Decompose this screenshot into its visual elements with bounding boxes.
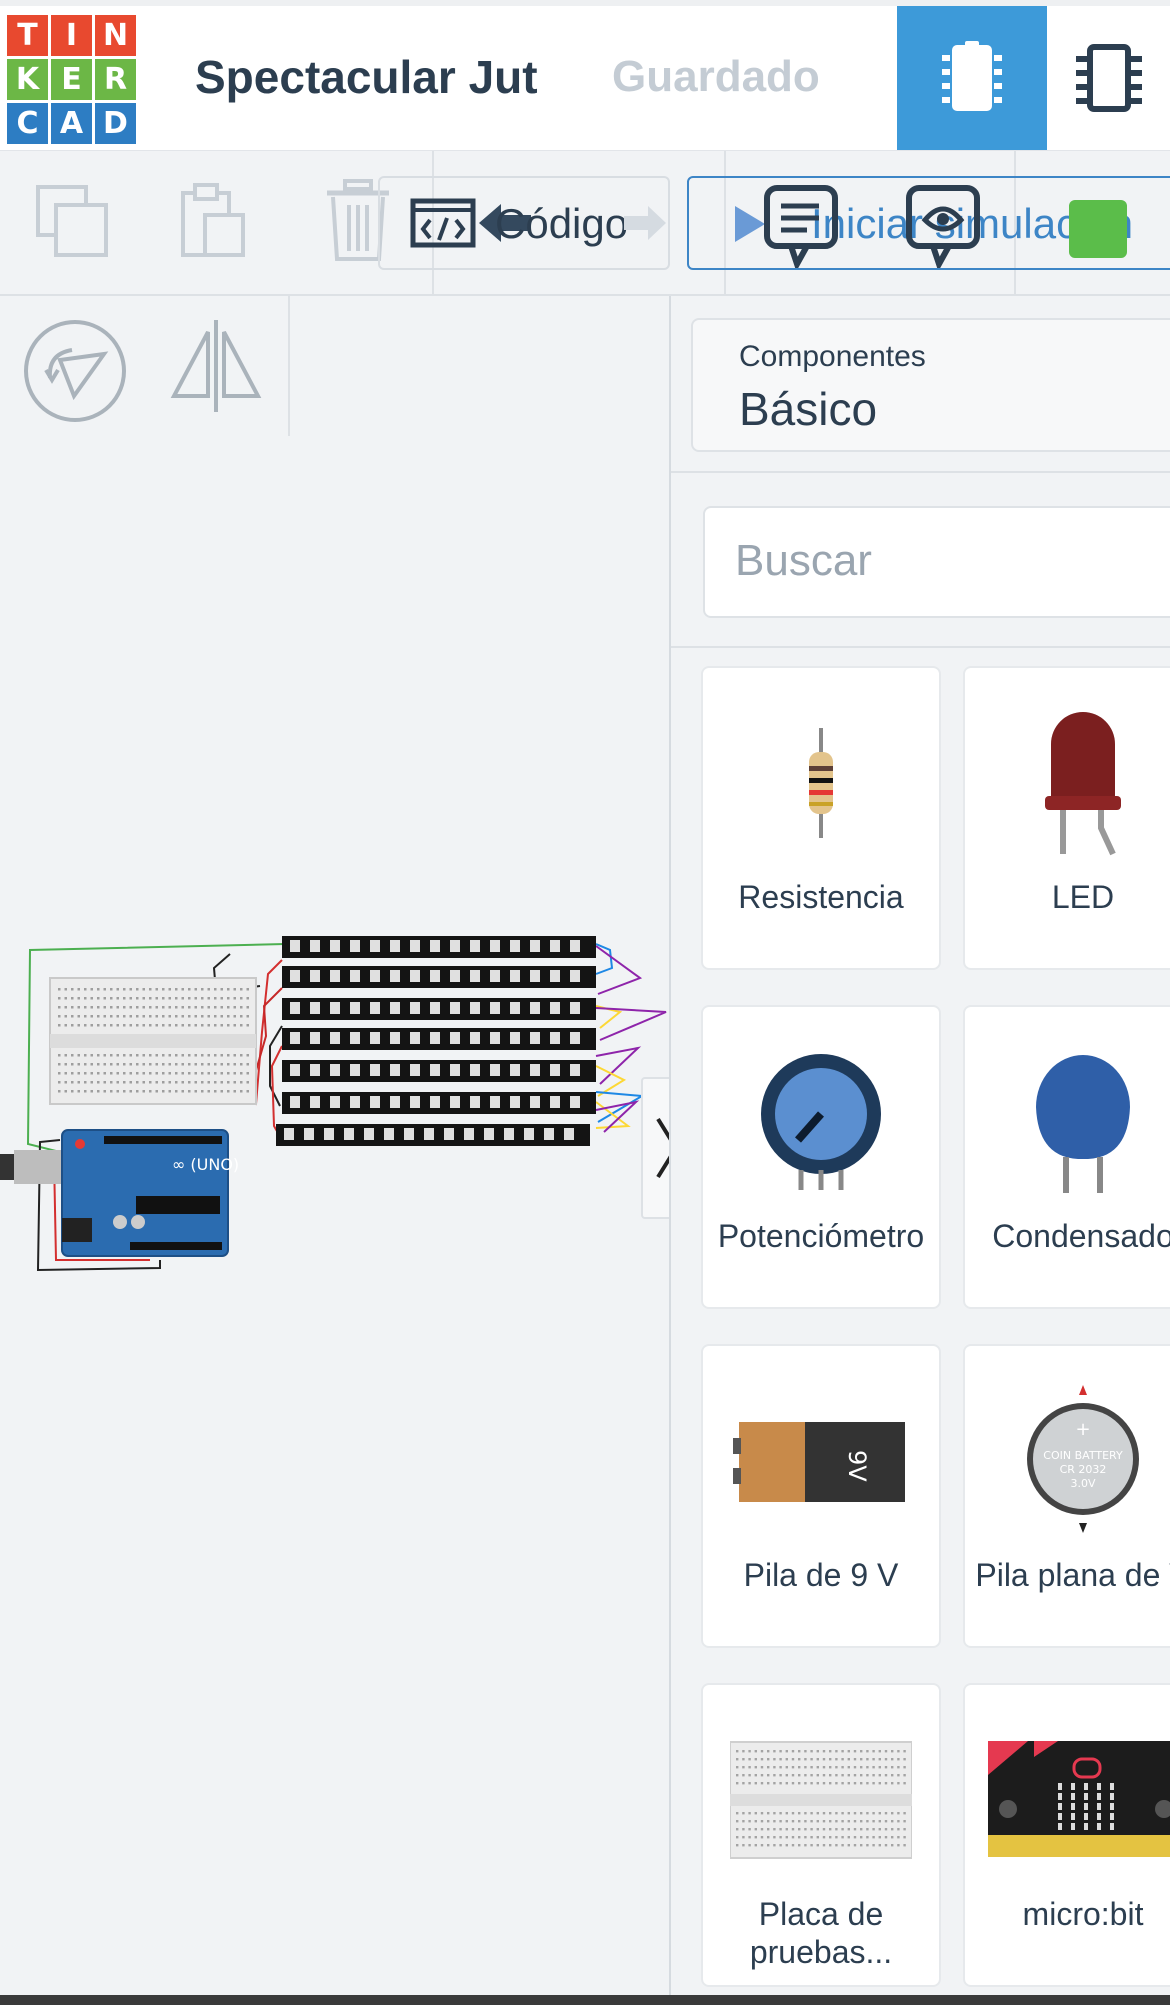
microbit-icon [988, 1741, 1170, 1857]
component-label: Placa de pruebas... [749, 1896, 893, 1970]
logo-letter: D [95, 103, 136, 144]
code-button-label: Código [495, 200, 629, 247]
code-window-icon [410, 198, 476, 248]
potentiometer-icon [761, 1054, 881, 1190]
tinkercad-logo[interactable]: TIN KER CAD [7, 15, 137, 145]
paste-icon [181, 183, 245, 257]
logo-letter: T [7, 15, 48, 56]
coin-battery-text-1: COIN BATTERY [1043, 1449, 1123, 1462]
component-label: micro:bit [1022, 1896, 1144, 1932]
component-label: LED [1051, 879, 1115, 915]
logo-letter: K [7, 59, 48, 100]
app-header: TIN KER CAD Spectacular Jut Guardado [0, 6, 1170, 151]
logo-letter: R [95, 59, 136, 100]
logo-letter: N [95, 15, 136, 56]
battery-9v-icon: 9V [733, 1422, 905, 1502]
design-canvas[interactable]: ∞ (UNO) [0, 296, 693, 2005]
circuit-drawing[interactable]: ∞ (UNO) [0, 916, 670, 1596]
code-button[interactable]: Código [378, 176, 670, 270]
search-input[interactable] [733, 530, 1170, 592]
bottom-bar [0, 1995, 1170, 2005]
component-label: Pila de 9 V [743, 1557, 899, 1593]
component-card-led[interactable]: LED [963, 666, 1170, 970]
coin-battery-icon: + COIN BATTERY CR 2032 3.0V [1027, 1385, 1139, 1533]
svg-text:∞ (UNO): ∞ (UNO) [172, 1155, 239, 1174]
paste-button[interactable] [172, 181, 252, 261]
component-card-coin-battery[interactable]: + COIN BATTERY CR 2032 3.0V Pila plana d… [963, 1344, 1170, 1648]
components-panel: Componentes Básico Resistencia LED [671, 296, 1170, 2005]
component-card-capacitor[interactable]: Condensado [963, 1005, 1170, 1309]
component-card-potentiometer[interactable]: Potenciómetro [701, 1005, 941, 1309]
circuit-view-button[interactable] [897, 6, 1047, 150]
notes-icon[interactable] [761, 184, 841, 268]
logo-letter: E [51, 59, 92, 100]
search-field[interactable] [703, 506, 1170, 618]
logo-letter: A [51, 103, 92, 144]
svg-text:+: + [1075, 1419, 1090, 1440]
circuit-board-icon [942, 41, 1002, 111]
start-simulation-button[interactable]: Iniciar simulación [687, 176, 1170, 270]
main-toolbar: Código Iniciar simulación [0, 151, 1170, 296]
annotation-icon[interactable] [903, 184, 983, 268]
logo-letter: I [51, 15, 92, 56]
coin-battery-text-2: CR 2032 [1060, 1463, 1107, 1476]
project-title[interactable]: Spectacular Jut [195, 50, 538, 104]
breadboard-icon [730, 1741, 912, 1859]
schematic-view-button[interactable] [1048, 6, 1170, 150]
led-icon [1045, 712, 1121, 856]
battery-label: 9V [843, 1450, 871, 1482]
logo-letter: C [7, 103, 48, 144]
chip-icon [1076, 44, 1142, 112]
component-card-microbit[interactable]: micro:bit [963, 1683, 1170, 1987]
component-label: Resistencia [738, 879, 904, 915]
copy-icon [36, 185, 108, 257]
category-label: Componentes [739, 340, 926, 373]
component-category-select[interactable]: Componentes Básico [691, 318, 1170, 452]
coin-battery-text-3: 3.0V [1070, 1477, 1095, 1490]
redo-icon[interactable] [620, 202, 670, 244]
resistor-icon [809, 728, 833, 838]
component-label: Condensado [992, 1218, 1170, 1254]
save-status: Guardado [612, 52, 820, 101]
capacitor-icon [1036, 1055, 1130, 1193]
export-green-button[interactable] [1069, 200, 1127, 258]
copy-button[interactable] [32, 181, 112, 261]
component-card-breadboard[interactable]: Placa de pruebas... [701, 1683, 941, 1987]
category-value: Básico [739, 383, 878, 435]
component-card-battery-9v[interactable]: 9V Pila de 9 V [701, 1344, 941, 1648]
component-label: Pila plana de V [975, 1557, 1170, 1593]
component-card-resistor[interactable]: Resistencia [701, 666, 941, 970]
component-label: Potenciómetro [717, 1218, 925, 1254]
